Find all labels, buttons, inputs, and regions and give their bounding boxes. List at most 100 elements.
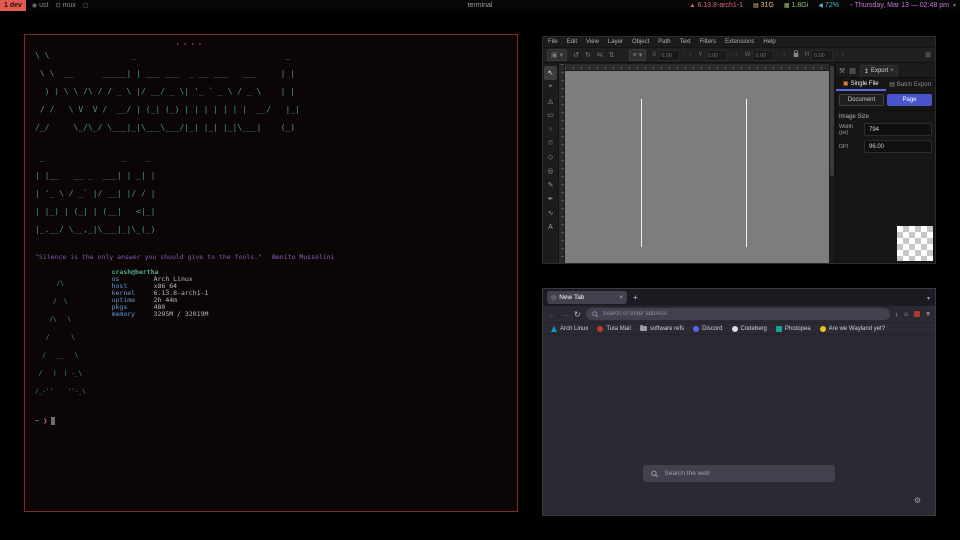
- lock-ratio-icon[interactable]: [793, 50, 799, 60]
- toolbox: ↖ ⌖ ◬ ▭ ○ ✩ ◇ ◎ ✎ ✒ ∿ A: [543, 64, 559, 263]
- tool-shape-builder[interactable]: ◬: [544, 94, 557, 108]
- scrollbar-handle[interactable]: [830, 66, 834, 176]
- menu-layer[interactable]: Layer: [608, 39, 623, 45]
- width-label: Width (px): [839, 124, 861, 136]
- home-icon[interactable]: ⌂: [904, 311, 908, 318]
- export-mode-tabs: ▣ Single File ▤ Batch Export: [836, 78, 935, 91]
- bookmarks-bar: Arch Linux Tuta Mail software refs Disco…: [543, 323, 935, 335]
- menu-path[interactable]: Path: [658, 39, 670, 45]
- close-tab-icon[interactable]: ×: [619, 294, 623, 301]
- document-dialog-icon[interactable]: ▤: [849, 67, 856, 75]
- ascii-dots: ····: [175, 40, 205, 50]
- bookmark-photopea[interactable]: Photopea: [776, 326, 811, 332]
- h-input[interactable]: 0.00: [811, 50, 833, 61]
- bookmark-discord[interactable]: Discord: [693, 326, 722, 332]
- tool-pen[interactable]: ✒: [544, 192, 557, 206]
- canvas[interactable]: [565, 71, 829, 263]
- new-tab-button[interactable]: +: [633, 293, 638, 302]
- quote-author: Benito Mussolini: [272, 253, 335, 261]
- tool-spiral[interactable]: ◎: [544, 164, 557, 178]
- address-bar[interactable]: [586, 308, 890, 320]
- export-dpi-input[interactable]: 96.00: [864, 140, 932, 153]
- dialog-tab-row: ⚒ ▤ ↥ Export ×: [836, 64, 935, 78]
- extension-icon[interactable]: [914, 311, 920, 317]
- memory-icon: ▦: [784, 2, 790, 9]
- tool-text[interactable]: A: [544, 220, 557, 234]
- back-button[interactable]: ←: [548, 310, 556, 319]
- discord-icon: [693, 326, 699, 332]
- shell-prompt[interactable]: ~ ❯: [35, 417, 507, 425]
- x-label: X: [652, 52, 656, 58]
- tool-3d-box[interactable]: ◇: [544, 150, 557, 164]
- flip-horizontal-icon[interactable]: ⇆: [597, 51, 603, 59]
- y-stepper[interactable]: − +: [729, 52, 739, 58]
- list-all-tabs-icon[interactable]: ▾: [927, 295, 930, 302]
- x-input[interactable]: 0.00: [658, 50, 680, 61]
- horizontal-ruler: [565, 64, 829, 71]
- reload-button[interactable]: ↻: [574, 310, 581, 319]
- close-icon[interactable]: ×: [890, 68, 894, 74]
- h-stepper[interactable]: − +: [835, 52, 845, 58]
- web-search-bar[interactable]: [643, 465, 835, 482]
- menu-icon[interactable]: ≡: [926, 311, 930, 318]
- w-input[interactable]: 0.00: [752, 50, 774, 61]
- single-file-tab[interactable]: ▣ Single File: [836, 78, 886, 91]
- menu-text[interactable]: Text: [680, 39, 691, 45]
- menu-file[interactable]: File: [548, 39, 558, 45]
- batch-export-tab[interactable]: ▤ Batch Export: [886, 78, 936, 91]
- selection-mode-dropdown[interactable]: ▣ ▾: [547, 49, 567, 61]
- bookmark-software-refs[interactable]: software refs: [640, 326, 684, 332]
- arch-icon: [551, 326, 557, 332]
- rotate-cw-icon[interactable]: ↻: [585, 51, 591, 59]
- tray-chevron-icon[interactable]: ▾: [953, 2, 956, 9]
- bookmark-tuta-mail[interactable]: Tuta Mail: [597, 326, 630, 332]
- bookmark-wayland[interactable]: Are we Wayland yet?: [820, 326, 885, 332]
- w-stepper[interactable]: − +: [776, 52, 786, 58]
- tool-selector[interactable]: ↖: [544, 66, 557, 80]
- document-button[interactable]: Document: [839, 94, 884, 106]
- tool-node-editor[interactable]: ⌖: [544, 80, 557, 94]
- forward-button[interactable]: →: [561, 310, 569, 319]
- tool-rectangle[interactable]: ▭: [544, 108, 557, 122]
- align-dropdown[interactable]: ≡ ▾: [629, 49, 647, 61]
- bookmark-codeberg[interactable]: Codeberg: [732, 326, 767, 332]
- tool-calligraphy[interactable]: ∿: [544, 206, 557, 220]
- kernel-module[interactable]: ▲ 6.13.8-arch1-1: [690, 2, 743, 9]
- menu-help[interactable]: Help: [763, 39, 775, 45]
- menu-view[interactable]: View: [586, 39, 599, 45]
- y-input[interactable]: 0.00: [705, 50, 727, 61]
- tools-dialog-icon[interactable]: ⚒: [839, 67, 845, 75]
- search-icon: [651, 470, 658, 478]
- info-memory: memory3295M / 32019M: [112, 311, 209, 318]
- memory-module[interactable]: ▦ 1.8Gi: [784, 2, 808, 9]
- menu-edit[interactable]: Edit: [567, 39, 577, 45]
- snap-settings-icon[interactable]: ⊞: [925, 51, 931, 59]
- x-stepper[interactable]: − +: [682, 52, 692, 58]
- tool-star[interactable]: ✩: [544, 136, 557, 150]
- url-input[interactable]: [602, 311, 884, 317]
- volume-module[interactable]: ◀ 72%: [818, 2, 839, 9]
- memory-usage: 1.8Gi: [792, 2, 809, 9]
- downloads-icon[interactable]: ↓: [895, 311, 898, 318]
- text-cursor: [51, 417, 55, 425]
- prompt-path: ~: [35, 417, 39, 425]
- web-search-input[interactable]: [664, 470, 827, 477]
- export-dialog-tab[interactable]: ↥ Export ×: [860, 65, 898, 77]
- menu-object[interactable]: Object: [632, 39, 649, 45]
- chevron-down-icon: ▾: [639, 51, 643, 59]
- page-button[interactable]: Page: [887, 94, 932, 106]
- gear-icon[interactable]: ⚙: [914, 496, 921, 505]
- flip-vertical-icon[interactable]: ⇅: [609, 51, 615, 59]
- terminal-window[interactable]: ···· \ \ _ _ \ \ __ _____| | ___ ___ _ _…: [24, 34, 518, 512]
- tool-ellipse[interactable]: ○: [544, 122, 557, 136]
- menu-filters[interactable]: Filters: [700, 39, 716, 45]
- active-tab[interactable]: ◎ New Tab ×: [547, 291, 627, 304]
- clock-module[interactable]: ◔ Thursday, Mar 13 — 02:48 pm: [849, 2, 949, 9]
- disk-module[interactable]: ▤ 31G: [753, 2, 774, 9]
- tool-pencil[interactable]: ✎: [544, 178, 557, 192]
- status-modules: ▲ 6.13.8-arch1-1 · ▤ 31G · ▦ 1.8Gi · ◀ 7…: [690, 2, 960, 9]
- menu-extensions[interactable]: Extensions: [725, 39, 754, 45]
- export-width-input[interactable]: 794: [864, 123, 932, 136]
- rotate-ccw-icon[interactable]: ↺: [573, 51, 579, 59]
- bookmark-arch-linux[interactable]: Arch Linux: [551, 326, 588, 332]
